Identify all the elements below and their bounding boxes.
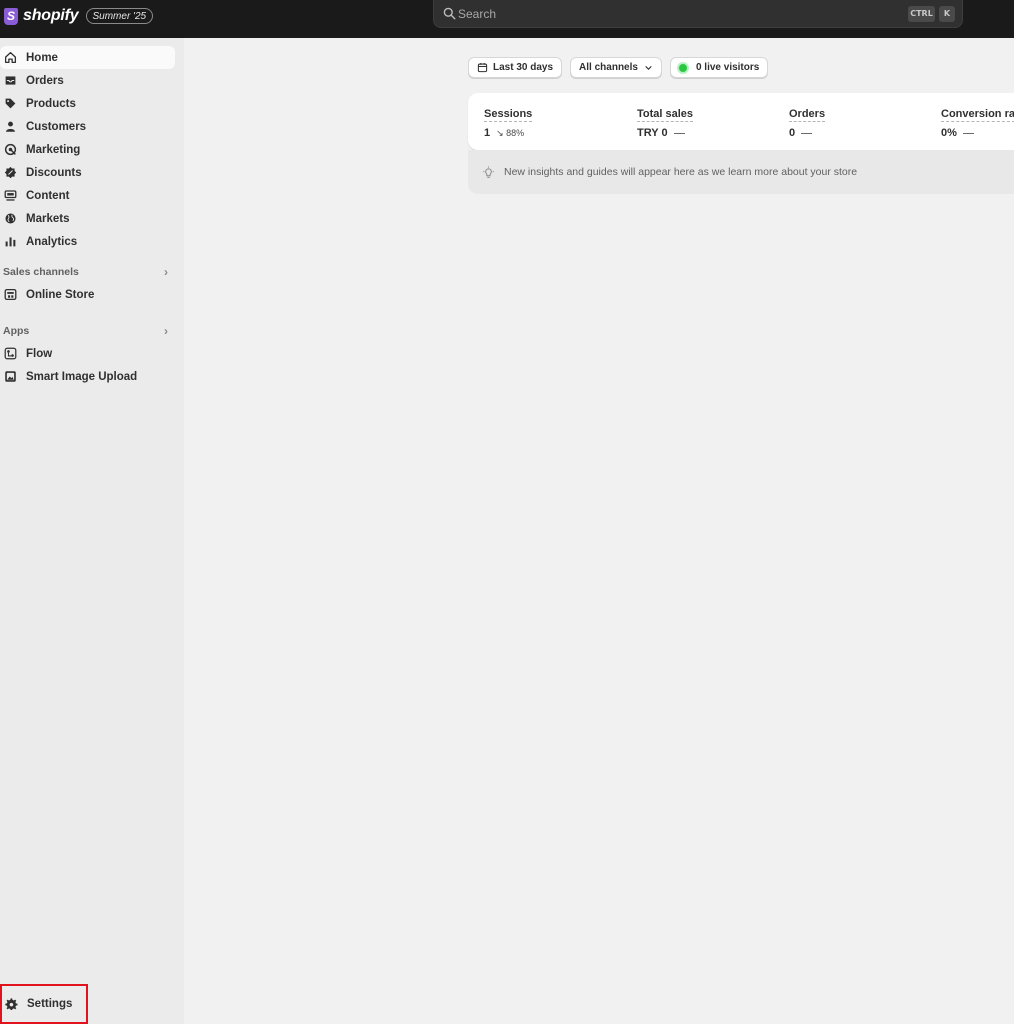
- metrics-card: Sessions 1 ↘ 88% Total sales TRY 0 Order…: [468, 93, 1014, 150]
- sidebar: Home Orders Products Customers Marketing…: [0, 38, 184, 1024]
- gear-icon: [5, 997, 18, 1011]
- sidebar-item-label: Marketing: [26, 143, 81, 156]
- metric-value: 1: [484, 127, 491, 139]
- metric-orders[interactable]: Orders 0: [789, 104, 826, 139]
- search-input[interactable]: [458, 4, 858, 24]
- chevron-right-icon[interactable]: ›: [164, 324, 168, 338]
- sidebar-item-customers[interactable]: Customers: [0, 115, 175, 138]
- channel-filter-button[interactable]: All channels: [570, 57, 662, 78]
- sidebar-item-label: Discounts: [26, 166, 82, 179]
- metric-label: Total sales: [637, 108, 694, 122]
- sidebar-item-home[interactable]: Home: [0, 46, 175, 69]
- inbox-icon: [4, 74, 17, 87]
- sidebar-item-markets[interactable]: Markets: [0, 207, 175, 230]
- content-icon: [4, 189, 17, 202]
- sidebar-item-label: Customers: [26, 120, 87, 133]
- flow-icon: [4, 347, 17, 360]
- metric-value: TRY 0: [637, 127, 668, 139]
- metric-value: 0%: [941, 127, 957, 139]
- search-icon: [443, 7, 456, 20]
- date-range-label: Last 30 days: [493, 62, 554, 73]
- chevron-down-icon: [645, 65, 652, 70]
- top-bar: S shopify Summer '25 CTRL K: [0, 0, 1014, 38]
- sidebar-item-marketing[interactable]: Marketing: [0, 138, 175, 161]
- sales-channels-header[interactable]: Sales channels ›: [3, 264, 168, 280]
- shortcut-k-key: K: [939, 6, 955, 22]
- sidebar-item-analytics[interactable]: Analytics: [0, 230, 175, 253]
- metric-conversion-rate[interactable]: Conversion ra 0%: [941, 104, 1014, 139]
- section-label: Apps: [3, 325, 30, 337]
- metric-sessions[interactable]: Sessions 1 ↘ 88%: [484, 104, 533, 139]
- section-label: Sales channels: [3, 266, 79, 278]
- insights-text: New insights and guides will appear here…: [504, 166, 858, 178]
- image-upload-icon: [4, 370, 17, 383]
- live-visitors-button[interactable]: 0 live visitors: [669, 57, 769, 78]
- tag-icon: [4, 97, 17, 110]
- sidebar-item-label: Products: [26, 97, 76, 110]
- metric-label: Sessions: [484, 108, 533, 122]
- sidebar-item-smart-image-upload[interactable]: Smart Image Upload: [0, 365, 175, 388]
- brand-name: shopify: [23, 7, 79, 24]
- metric-value: 0: [789, 127, 796, 139]
- live-status-dot: [678, 63, 687, 72]
- metric-dash: [673, 132, 685, 134]
- bar-chart-icon: [4, 235, 17, 248]
- sidebar-item-label: Markets: [26, 212, 70, 225]
- insights-banner: New insights and guides will appear here…: [468, 150, 1014, 194]
- metric-dash: [962, 132, 974, 134]
- sidebar-item-label: Content: [26, 189, 70, 202]
- shortcut-ctrl-key: CTRL: [908, 6, 935, 22]
- sidebar-item-label: Flow: [26, 347, 53, 360]
- globe-icon: [4, 212, 17, 225]
- sidebar-item-settings[interactable]: Settings: [0, 984, 88, 1024]
- home-icon: [4, 51, 17, 64]
- metric-delta: ↘ 88%: [496, 127, 525, 138]
- apps-header[interactable]: Apps ›: [3, 323, 168, 339]
- edition-badge[interactable]: Summer '25: [85, 8, 154, 24]
- settings-label: Settings: [27, 998, 73, 1010]
- target-icon: [4, 143, 17, 156]
- channel-filter-label: All channels: [579, 62, 638, 73]
- sidebar-item-label: Orders: [26, 74, 64, 87]
- metric-label: Conversion ra: [941, 108, 1014, 122]
- lightbulb-icon: [483, 165, 494, 178]
- shopify-bag-icon: S: [4, 7, 18, 25]
- sidebar-item-content[interactable]: Content: [0, 184, 175, 207]
- metric-dash: [801, 132, 813, 134]
- date-range-button[interactable]: Last 30 days: [468, 57, 563, 78]
- chevron-right-icon[interactable]: ›: [164, 265, 168, 279]
- sidebar-item-discounts[interactable]: Discounts: [0, 161, 175, 184]
- sidebar-item-label: Smart Image Upload: [26, 370, 138, 383]
- shopify-logo[interactable]: S shopify Summer '25: [4, 6, 154, 26]
- sidebar-item-online-store[interactable]: Online Store: [0, 283, 175, 306]
- calendar-icon: [477, 63, 488, 73]
- dashboard-controls: Last 30 days All channels 0 live visitor…: [468, 57, 769, 78]
- sidebar-item-orders[interactable]: Orders: [0, 69, 175, 92]
- search-bar[interactable]: CTRL K: [433, 0, 963, 28]
- metric-label: Orders: [789, 108, 826, 122]
- person-icon: [4, 120, 17, 133]
- sidebar-item-label: Online Store: [26, 288, 95, 301]
- sidebar-item-products[interactable]: Products: [0, 92, 175, 115]
- live-visitors-label: 0 live visitors: [695, 62, 760, 73]
- sidebar-item-label: Home: [26, 51, 58, 64]
- sidebar-item-label: Analytics: [26, 235, 78, 248]
- sidebar-item-flow[interactable]: Flow: [0, 342, 175, 365]
- discount-icon: [4, 166, 17, 179]
- store-icon: [4, 288, 17, 301]
- metric-total-sales[interactable]: Total sales TRY 0: [637, 104, 694, 139]
